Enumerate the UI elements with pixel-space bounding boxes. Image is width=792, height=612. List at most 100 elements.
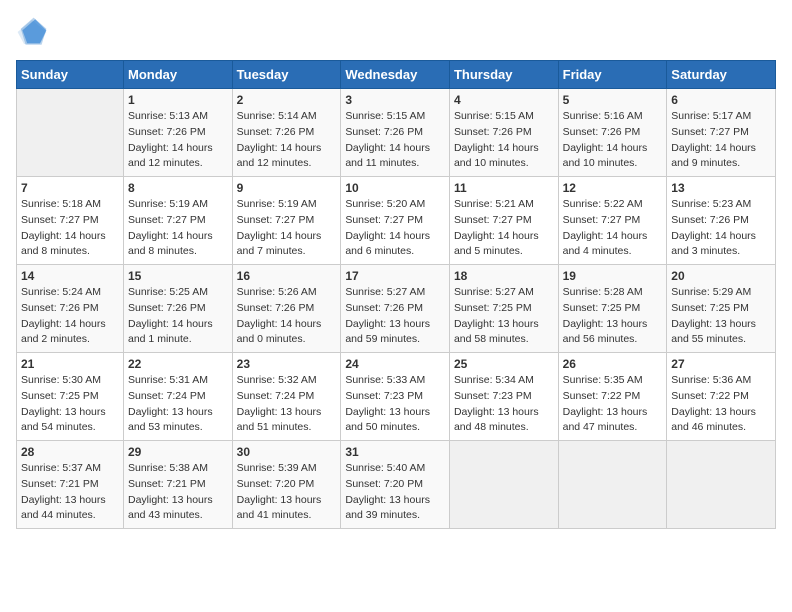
day-number: 18 — [454, 269, 554, 283]
day-number: 7 — [21, 181, 119, 195]
day-number: 13 — [671, 181, 771, 195]
day-info: Sunrise: 5:16 AM Sunset: 7:26 PM Dayligh… — [563, 109, 663, 172]
week-row-5: 28 Sunrise: 5:37 AM Sunset: 7:21 PM Dayli… — [17, 441, 776, 529]
day-info: Sunrise: 5:25 AM Sunset: 7:26 PM Dayligh… — [128, 285, 228, 348]
day-number: 3 — [345, 93, 445, 107]
day-info: Sunrise: 5:19 AM Sunset: 7:27 PM Dayligh… — [237, 197, 337, 260]
calendar-cell: 28 Sunrise: 5:37 AM Sunset: 7:21 PM Dayli… — [17, 441, 124, 529]
calendar-cell: 25 Sunrise: 5:34 AM Sunset: 7:23 PM Dayli… — [449, 353, 558, 441]
page-header — [16, 16, 776, 48]
day-info: Sunrise: 5:19 AM Sunset: 7:27 PM Dayligh… — [128, 197, 228, 260]
calendar-cell: 17 Sunrise: 5:27 AM Sunset: 7:26 PM Dayli… — [341, 265, 450, 353]
calendar-cell: 11 Sunrise: 5:21 AM Sunset: 7:27 PM Dayli… — [449, 177, 558, 265]
day-info: Sunrise: 5:28 AM Sunset: 7:25 PM Dayligh… — [563, 285, 663, 348]
calendar-cell: 5 Sunrise: 5:16 AM Sunset: 7:26 PM Daylig… — [558, 89, 667, 177]
day-header-saturday: Saturday — [667, 61, 776, 89]
calendar-cell: 31 Sunrise: 5:40 AM Sunset: 7:20 PM Dayli… — [341, 441, 450, 529]
day-info: Sunrise: 5:33 AM Sunset: 7:23 PM Dayligh… — [345, 373, 445, 436]
day-number: 4 — [454, 93, 554, 107]
day-number: 31 — [345, 445, 445, 459]
day-info: Sunrise: 5:22 AM Sunset: 7:27 PM Dayligh… — [563, 197, 663, 260]
day-number: 27 — [671, 357, 771, 371]
calendar-cell: 26 Sunrise: 5:35 AM Sunset: 7:22 PM Dayli… — [558, 353, 667, 441]
day-info: Sunrise: 5:18 AM Sunset: 7:27 PM Dayligh… — [21, 197, 119, 260]
day-info: Sunrise: 5:14 AM Sunset: 7:26 PM Dayligh… — [237, 109, 337, 172]
day-info: Sunrise: 5:36 AM Sunset: 7:22 PM Dayligh… — [671, 373, 771, 436]
day-info: Sunrise: 5:27 AM Sunset: 7:26 PM Dayligh… — [345, 285, 445, 348]
day-info: Sunrise: 5:15 AM Sunset: 7:26 PM Dayligh… — [454, 109, 554, 172]
day-number: 15 — [128, 269, 228, 283]
week-row-1: 1Sunrise: 5:13 AM Sunset: 7:26 PM Daylig… — [17, 89, 776, 177]
day-info: Sunrise: 5:26 AM Sunset: 7:26 PM Dayligh… — [237, 285, 337, 348]
day-number: 26 — [563, 357, 663, 371]
calendar-cell — [449, 441, 558, 529]
day-header-thursday: Thursday — [449, 61, 558, 89]
day-number: 16 — [237, 269, 337, 283]
calendar-cell: 8 Sunrise: 5:19 AM Sunset: 7:27 PM Daylig… — [124, 177, 233, 265]
day-number: 23 — [237, 357, 337, 371]
calendar-cell: 12Sunrise: 5:22 AM Sunset: 7:27 PM Dayli… — [558, 177, 667, 265]
day-number: 2 — [237, 93, 337, 107]
calendar-cell: 29 Sunrise: 5:38 AM Sunset: 7:21 PM Dayli… — [124, 441, 233, 529]
week-row-4: 21 Sunrise: 5:30 AM Sunset: 7:25 PM Dayli… — [17, 353, 776, 441]
calendar-cell: 3 Sunrise: 5:15 AM Sunset: 7:26 PM Daylig… — [341, 89, 450, 177]
calendar-cell: 2 Sunrise: 5:14 AM Sunset: 7:26 PM Daylig… — [232, 89, 341, 177]
week-row-2: 7 Sunrise: 5:18 AM Sunset: 7:27 PM Daylig… — [17, 177, 776, 265]
day-info: Sunrise: 5:24 AM Sunset: 7:26 PM Dayligh… — [21, 285, 119, 348]
day-number: 5 — [563, 93, 663, 107]
day-info: Sunrise: 5:40 AM Sunset: 7:20 PM Dayligh… — [345, 461, 445, 524]
calendar-cell: 15 Sunrise: 5:25 AM Sunset: 7:26 PM Dayli… — [124, 265, 233, 353]
day-number: 21 — [21, 357, 119, 371]
day-info: Sunrise: 5:30 AM Sunset: 7:25 PM Dayligh… — [21, 373, 119, 436]
day-header-monday: Monday — [124, 61, 233, 89]
day-info: Sunrise: 5:20 AM Sunset: 7:27 PM Dayligh… — [345, 197, 445, 260]
calendar-cell: 30Sunrise: 5:39 AM Sunset: 7:20 PM Dayli… — [232, 441, 341, 529]
day-info: Sunrise: 5:35 AM Sunset: 7:22 PM Dayligh… — [563, 373, 663, 436]
day-number: 11 — [454, 181, 554, 195]
calendar-cell: 1Sunrise: 5:13 AM Sunset: 7:26 PM Daylig… — [124, 89, 233, 177]
day-headers-row: SundayMondayTuesdayWednesdayThursdayFrid… — [17, 61, 776, 89]
calendar-cell: 20 Sunrise: 5:29 AM Sunset: 7:25 PM Dayli… — [667, 265, 776, 353]
day-number: 14 — [21, 269, 119, 283]
calendar-cell: 14 Sunrise: 5:24 AM Sunset: 7:26 PM Dayli… — [17, 265, 124, 353]
day-number: 9 — [237, 181, 337, 195]
day-number: 29 — [128, 445, 228, 459]
calendar-cell — [17, 89, 124, 177]
calendar-cell: 10 Sunrise: 5:20 AM Sunset: 7:27 PM Dayli… — [341, 177, 450, 265]
calendar-cell: 22Sunrise: 5:31 AM Sunset: 7:24 PM Dayli… — [124, 353, 233, 441]
day-info: Sunrise: 5:21 AM Sunset: 7:27 PM Dayligh… — [454, 197, 554, 260]
day-info: Sunrise: 5:37 AM Sunset: 7:21 PM Dayligh… — [21, 461, 119, 524]
calendar-cell: 4 Sunrise: 5:15 AM Sunset: 7:26 PM Daylig… — [449, 89, 558, 177]
day-info: Sunrise: 5:31 AM Sunset: 7:24 PM Dayligh… — [128, 373, 228, 436]
calendar-cell: 24 Sunrise: 5:33 AM Sunset: 7:23 PM Dayli… — [341, 353, 450, 441]
day-info: Sunrise: 5:27 AM Sunset: 7:25 PM Dayligh… — [454, 285, 554, 348]
calendar-cell — [558, 441, 667, 529]
day-header-tuesday: Tuesday — [232, 61, 341, 89]
day-info: Sunrise: 5:23 AM Sunset: 7:26 PM Dayligh… — [671, 197, 771, 260]
calendar-cell: 6Sunrise: 5:17 AM Sunset: 7:27 PM Daylig… — [667, 89, 776, 177]
calendar-cell: 16 Sunrise: 5:26 AM Sunset: 7:26 PM Dayli… — [232, 265, 341, 353]
day-number: 19 — [563, 269, 663, 283]
day-number: 25 — [454, 357, 554, 371]
day-header-friday: Friday — [558, 61, 667, 89]
logo — [16, 16, 52, 48]
day-info: Sunrise: 5:29 AM Sunset: 7:25 PM Dayligh… — [671, 285, 771, 348]
calendar-cell: 27 Sunrise: 5:36 AM Sunset: 7:22 PM Dayli… — [667, 353, 776, 441]
calendar-cell: 7 Sunrise: 5:18 AM Sunset: 7:27 PM Daylig… — [17, 177, 124, 265]
day-number: 30 — [237, 445, 337, 459]
calendar-cell: 13 Sunrise: 5:23 AM Sunset: 7:26 PM Dayli… — [667, 177, 776, 265]
week-row-3: 14 Sunrise: 5:24 AM Sunset: 7:26 PM Dayli… — [17, 265, 776, 353]
day-info: Sunrise: 5:15 AM Sunset: 7:26 PM Dayligh… — [345, 109, 445, 172]
day-number: 20 — [671, 269, 771, 283]
day-number: 10 — [345, 181, 445, 195]
calendar-table: SundayMondayTuesdayWednesdayThursdayFrid… — [16, 60, 776, 529]
day-number: 24 — [345, 357, 445, 371]
day-info: Sunrise: 5:34 AM Sunset: 7:23 PM Dayligh… — [454, 373, 554, 436]
day-number: 17 — [345, 269, 445, 283]
day-info: Sunrise: 5:38 AM Sunset: 7:21 PM Dayligh… — [128, 461, 228, 524]
day-number: 28 — [21, 445, 119, 459]
day-info: Sunrise: 5:17 AM Sunset: 7:27 PM Dayligh… — [671, 109, 771, 172]
day-number: 8 — [128, 181, 228, 195]
calendar-cell: 21 Sunrise: 5:30 AM Sunset: 7:25 PM Dayli… — [17, 353, 124, 441]
calendar-cell: 23Sunrise: 5:32 AM Sunset: 7:24 PM Dayli… — [232, 353, 341, 441]
